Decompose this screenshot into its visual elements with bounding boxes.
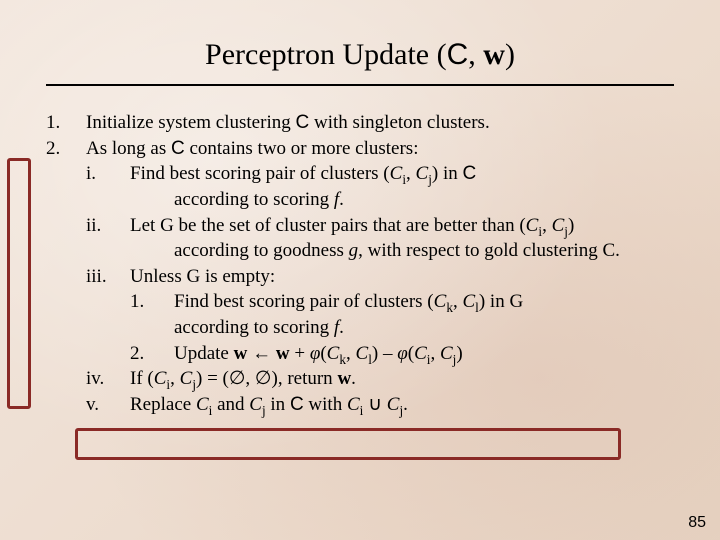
item-2i: i. Find best scoring pair of clusters (C… — [46, 161, 674, 187]
title-w: w — [483, 38, 505, 71]
title-close: ) — [505, 38, 515, 71]
num-2iv: iv. — [86, 366, 130, 392]
item-2iii: iii. Unless G is empty: — [46, 264, 674, 290]
item-2: 2. As long as C contains two or more clu… — [46, 136, 674, 162]
item-2iv: iv. If (Ci, Cj) = (∅, ∅), return w. — [46, 366, 674, 392]
title-rule — [46, 84, 674, 86]
item-2iii-2: 2. Update w ← w + φ(Ck, Cl) – φ(Ci, Cj) — [46, 341, 674, 367]
title-text: Perceptron Update ( — [205, 38, 447, 71]
txt-1: Initialize system clustering C with sing… — [86, 110, 674, 136]
txt-2iii-2: Update w ← w + φ(Ck, Cl) – φ(Ci, Cj) — [174, 341, 674, 367]
num-2ii: ii. — [86, 213, 130, 239]
num-2iii-2: 2. — [130, 341, 174, 367]
page-number: 85 — [688, 514, 706, 532]
txt-2ii: Let G be the set of cluster pairs that a… — [130, 213, 674, 239]
num-2iii: iii. — [86, 264, 130, 290]
txt-2i: Find best scoring pair of clusters (Ci, … — [130, 161, 674, 187]
slide-body: 1. Initialize system clustering C with s… — [46, 110, 674, 418]
title-sep: , — [468, 38, 483, 71]
txt-2iii-1: Find best scoring pair of clusters (Ck, … — [174, 289, 674, 340]
txt-2iv: If (Ci, Cj) = (∅, ∅), return w. — [130, 366, 674, 392]
item-1: 1. Initialize system clustering C with s… — [46, 110, 674, 136]
item-2v: v. Replace Ci and Cj in C with Ci ∪ Cj. — [46, 392, 674, 418]
item-2iii-1: 1. Find best scoring pair of clusters (C… — [46, 289, 674, 340]
title-C: C — [447, 38, 469, 71]
txt-2i-cont: according to scoring f. — [46, 187, 674, 213]
txt-2v: Replace Ci and Cj in C with Ci ∪ Cj. — [130, 392, 674, 418]
num-1: 1. — [46, 110, 86, 136]
txt-2: As long as C contains two or more cluste… — [86, 136, 674, 162]
num-2: 2. — [46, 136, 86, 162]
item-2ii: ii. Let G be the set of cluster pairs th… — [46, 213, 674, 239]
num-2i: i. — [86, 161, 130, 187]
txt-2iii: Unless G is empty: — [130, 264, 674, 290]
slide-title: Perceptron Update (C, w) — [46, 38, 674, 72]
num-2iii-1: 1. — [130, 289, 174, 340]
num-2v: v. — [86, 392, 130, 418]
txt-2ii-cont: according to goodness g, with respect to… — [46, 238, 674, 264]
